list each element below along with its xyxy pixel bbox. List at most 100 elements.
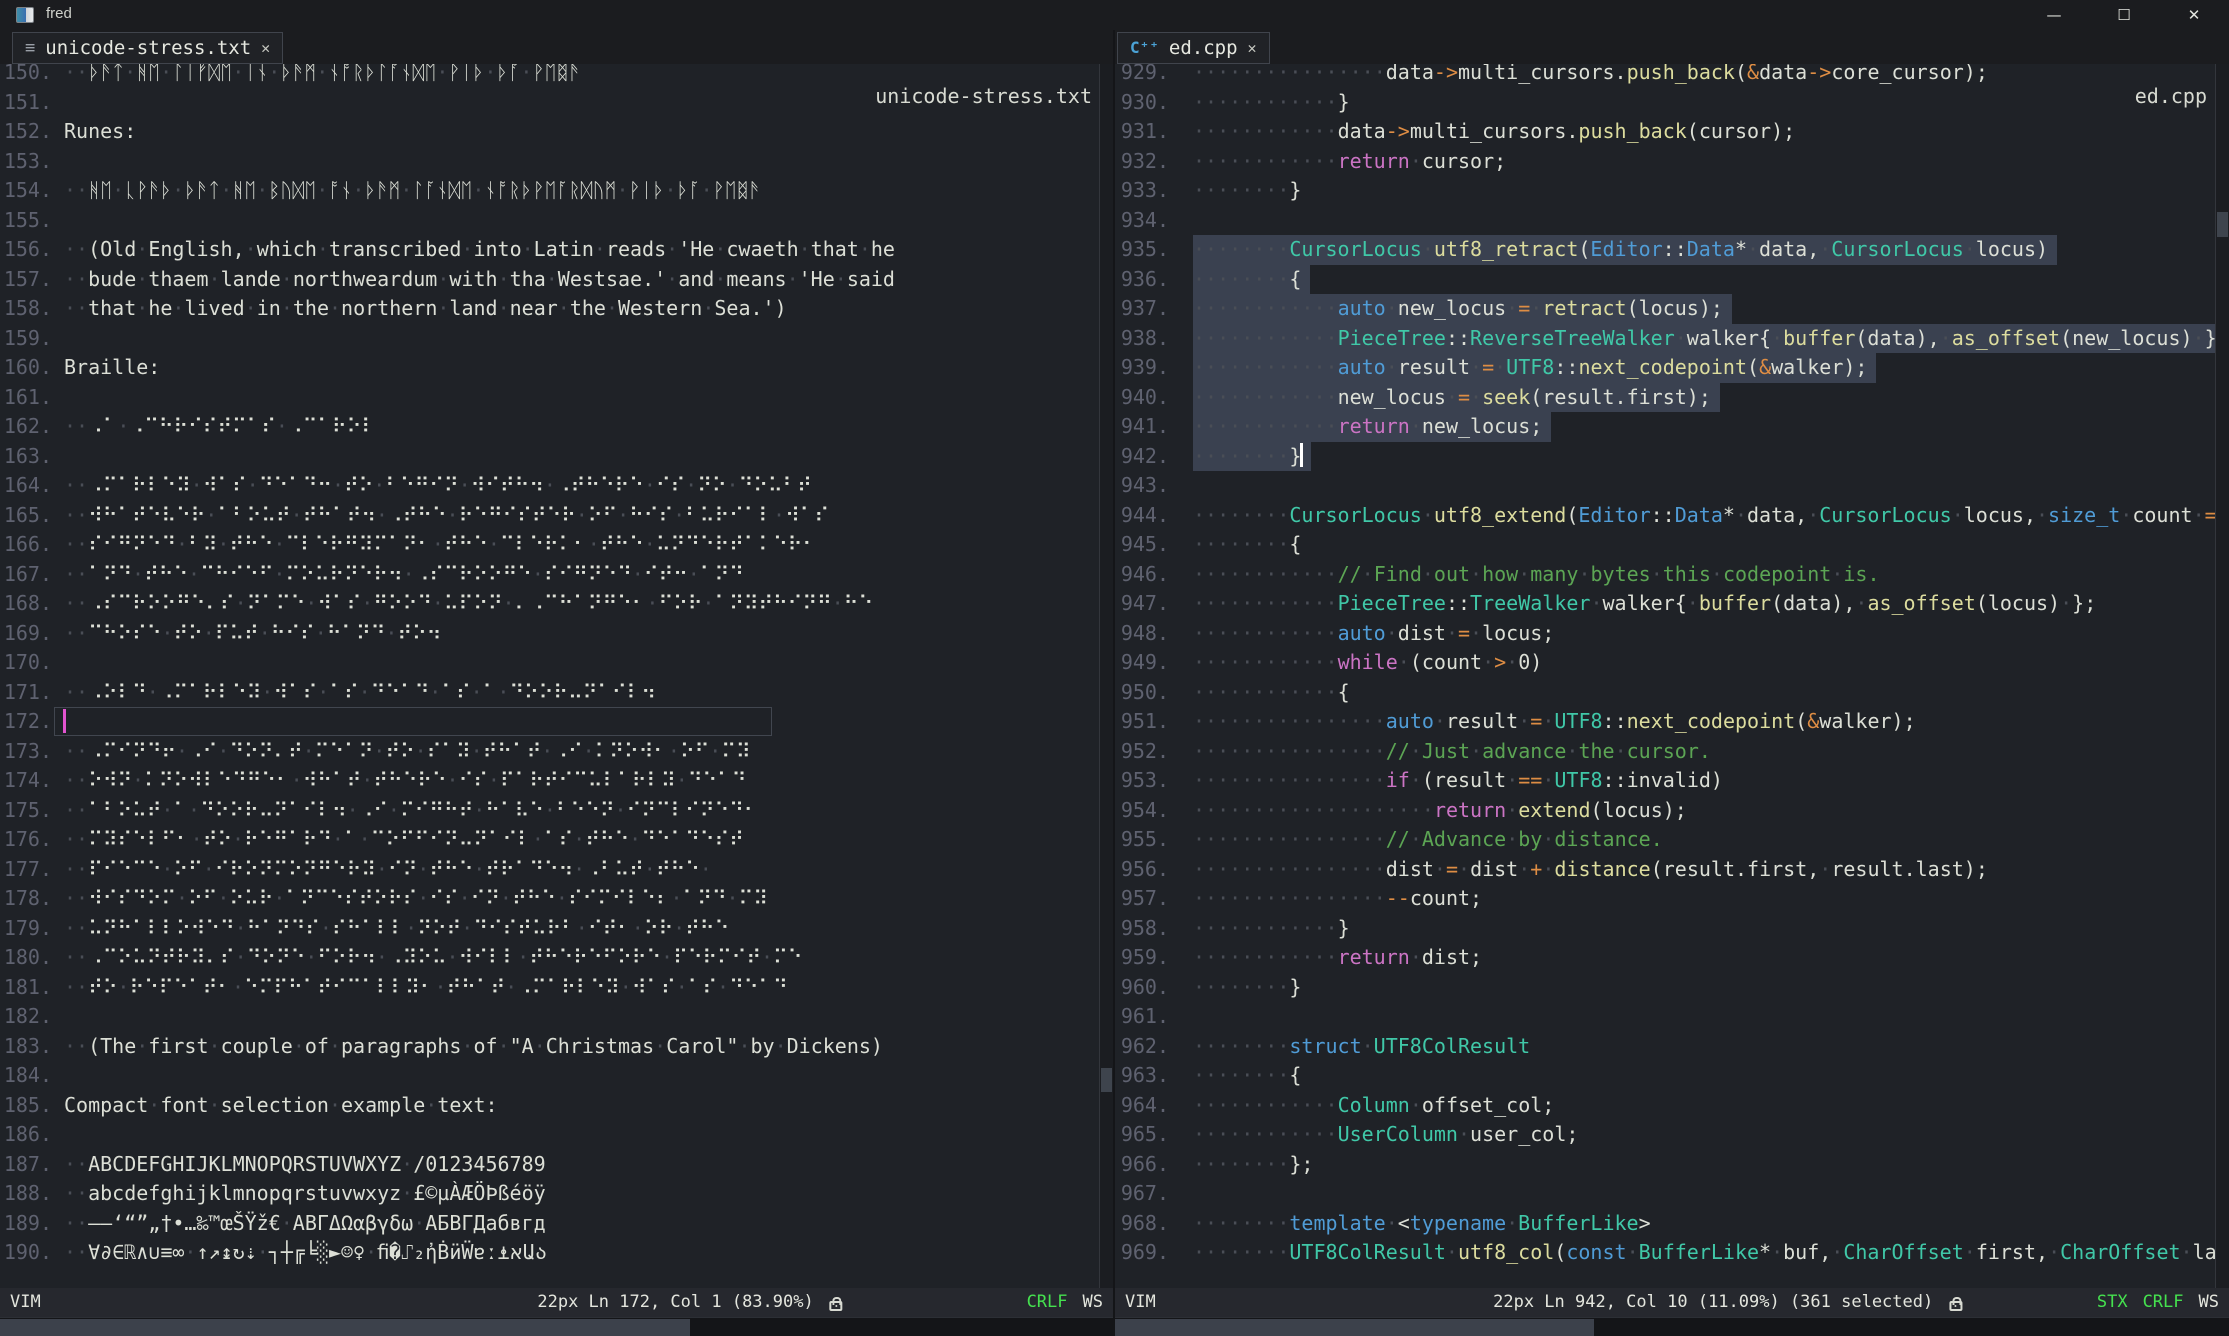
code-line[interactable]: 947.············PieceTree::TreeWalker·wa… (1115, 589, 2215, 619)
code-line[interactable]: 181.··⠞⠕·⠗⠑⠏⠑⠁⠞⠂·⠑⠍⠏⠓⠁⠞⠊⠉⠁⠇⠇⠽⠂·⠞⠓⠁⠞·⠠⠍⠁⠗… (0, 973, 1099, 1003)
code-area[interactable]: 150.··ᚦᚫᛏ·ᚻᛖ·ᛚᛁᚠᛞᛖ·ᛁᚾ·ᚦᚫᛗ·ᚾᚩᚱᚦᛚᚪᚾᛞᛖ·ᚹᛁᚦ·… (0, 64, 1099, 1288)
code-line[interactable]: 950.············{ (1115, 678, 2215, 708)
code-line[interactable]: 152.Runes: (0, 117, 1099, 147)
code-line[interactable]: 968.········template·<typename·BufferLik… (1115, 1209, 2215, 1239)
title-bar[interactable]: fred — ☐ ✕ (0, 0, 2229, 30)
minimize-button[interactable]: — (2019, 0, 2089, 30)
code-line[interactable]: 179.··⠥⠝⠓⠁⠇⠇⠕⠺⠑⠙·⠓⠁⠝⠙⠎·⠎⠓⠁⠇⠇·⠝⠕⠞·⠙⠊⠎⠞⠥⠗⠃… (0, 914, 1099, 944)
code-line[interactable]: 183.··(The·first·couple·of·paragraphs·of… (0, 1032, 1099, 1062)
close-button[interactable]: ✕ (2159, 0, 2229, 30)
code-line[interactable]: 963.········{ (1115, 1061, 2215, 1091)
code-line[interactable]: 180.··⠠⠉⠕⠥⠝⠞⠗⠽⠄⠎·⠙⠕⠝⠑·⠋⠕⠗⠲·⠠⠽⠕⠥·⠺⠊⠇⠇·⠞⠓⠑… (0, 943, 1099, 973)
code-line[interactable]: 948.············auto·dist·=·locus; (1115, 619, 2215, 649)
code-line[interactable]: 964.············Column·offset_col; (1115, 1091, 2215, 1121)
code-line[interactable]: 940.············new_locus·=·seek(result.… (1115, 383, 2215, 413)
code-line[interactable]: 174.··⠕⠺⠝·⠅⠝⠕⠺⠇⠑⠙⠛⠑⠂·⠺⠓⠁⠞·⠞⠓⠑⠗⠑·⠊⠎·⠏⠁⠗⠞⠊… (0, 766, 1099, 796)
code-line[interactable]: 186. (0, 1120, 1099, 1150)
code-line[interactable]: 943. (1115, 471, 2215, 501)
horizontal-scrollbar-thumb[interactable] (1115, 1319, 1594, 1336)
tab-close-icon[interactable]: ✕ (1248, 39, 1257, 57)
code-line[interactable]: 169.··⠉⠓⠕⠎⠑·⠞⠕·⠏⠥⠞·⠓⠊⠎·⠓⠁⠝⠙·⠞⠕⠲ (0, 619, 1099, 649)
code-line[interactable]: 185.Compact·font·selection·example·text: (0, 1091, 1099, 1121)
code-line[interactable]: 178.··⠺⠊⠎⠙⠕⠍·⠕⠋·⠕⠥⠗·⠁⠝⠉⠑⠎⠞⠕⠗⠎·⠊⠎·⠊⠝·⠞⠓⠑·… (0, 884, 1099, 914)
code-line[interactable]: 937.············auto·new_locus·=·retract… (1115, 294, 2215, 324)
tab-ed-cpp[interactable]: C⁺⁺ ed.cpp ✕ (1117, 32, 1270, 64)
code-line[interactable]: 959.············return·dist; (1115, 943, 2215, 973)
code-line[interactable]: 934. (1115, 206, 2215, 236)
code-line[interactable]: 955.················//·Advance·by·distan… (1115, 825, 2215, 855)
code-line[interactable]: 182. (0, 1002, 1099, 1032)
code-line[interactable]: 944.········CursorLocus·utf8_extend(Edit… (1115, 501, 2215, 531)
code-line[interactable]: 958.············} (1115, 914, 2215, 944)
code-line[interactable]: 173.··⠠⠍⠊⠝⠙⠖·⠠⠊·⠙⠕⠝⠄⠞·⠍⠑⠁⠝·⠞⠕·⠎⠁⠽·⠞⠓⠁⠞·⠠… (0, 737, 1099, 767)
code-line[interactable]: 190.··∀∂∈ℝ∧∪≡∞·↑↗↨↻⇣·┐┼╔╘░►☺♀·ﬁ�⑀₂ἠḂӥẄɐː… (0, 1238, 1099, 1268)
code-line[interactable]: 952.················//·Just·advance·the·… (1115, 737, 2215, 767)
horizontal-scrollbar[interactable] (0, 1317, 1113, 1336)
code-line[interactable]: 938.············PieceTree::ReverseTreeWa… (1115, 324, 2215, 354)
code-line[interactable]: 163. (0, 442, 1099, 472)
tab-close-icon[interactable]: ✕ (261, 39, 270, 57)
code-line[interactable]: 951.················auto·result·=·UTF8::… (1115, 707, 2215, 737)
code-line[interactable]: 942.········} (1115, 442, 2215, 472)
code-line[interactable]: 175.··⠁⠃⠕⠥⠞·⠁·⠙⠕⠕⠗⠤⠝⠁⠊⠇⠲·⠠⠊·⠍⠊⠛⠓⠞·⠓⠁⠧⠑·⠃… (0, 796, 1099, 826)
code-line[interactable]: 153. (0, 147, 1099, 177)
code-line[interactable]: 936.········{ (1115, 265, 2215, 295)
vertical-scrollbar[interactable] (1099, 64, 1113, 1288)
code-line[interactable]: 167.··⠁⠝⠙·⠞⠓⠑·⠉⠓⠊⠑⠋·⠍⠕⠥⠗⠝⠑⠗⠲·⠠⠎⠉⠗⠕⠕⠛⠑·⠎⠊… (0, 560, 1099, 590)
code-area[interactable]: 929.················data->multi_cursors.… (1115, 64, 2215, 1288)
tab-unicode-stress[interactable]: ≡ unicode-stress.txt ✕ (12, 32, 283, 64)
code-line[interactable]: 170. (0, 648, 1099, 678)
code-line[interactable]: 161. (0, 383, 1099, 413)
code-line[interactable]: 961. (1115, 1002, 2215, 1032)
code-line[interactable]: 188.··abcdefghijklmnopqrstuvwxyz·£©µÀÆÖÞ… (0, 1179, 1099, 1209)
code-line[interactable]: 166.··⠎⠊⠛⠝⠑⠙·⠃⠽·⠞⠓⠑·⠉⠇⠑⠗⠛⠽⠍⠁⠝⠂·⠞⠓⠑·⠉⠇⠑⠗⠅… (0, 530, 1099, 560)
code-line[interactable]: 155. (0, 206, 1099, 236)
code-line[interactable]: 945.········{ (1115, 530, 2215, 560)
horizontal-scrollbar[interactable] (1115, 1317, 2229, 1336)
code-line[interactable]: 158.··that·he·lived·in·the·northern·land… (0, 294, 1099, 324)
code-line[interactable]: 949.············while·(count·>·0) (1115, 648, 2215, 678)
vertical-scrollbar-thumb[interactable] (2217, 212, 2228, 236)
code-line[interactable]: 935.········CursorLocus·utf8_retract(Edi… (1115, 235, 2215, 265)
code-line[interactable]: 157.··bude·thaem·lande·northweardum·with… (0, 265, 1099, 295)
code-line[interactable]: 962.········struct·UTF8ColResult (1115, 1032, 2215, 1062)
code-line[interactable]: 159. (0, 324, 1099, 354)
code-line[interactable]: 176.··⠍⠽⠎⠑⠇⠋⠂·⠞⠕·⠗⠑⠛⠁⠗⠙·⠁·⠉⠕⠋⠋⠊⠝⠤⠝⠁⠊⠇·⠁⠎… (0, 825, 1099, 855)
code-line[interactable]: 189.··–—‘“”„†•…‰™œŠŸž€·ΑΒΓΔΩαβγδω·АБВГДа… (0, 1209, 1099, 1239)
horizontal-scrollbar-thumb[interactable] (0, 1319, 690, 1336)
code-line[interactable]: 969.········UTF8ColResult·utf8_col(const… (1115, 1238, 2215, 1268)
code-line[interactable]: 939.············auto·result·=·UTF8::next… (1115, 353, 2215, 383)
maximize-button[interactable]: ☐ (2089, 0, 2159, 30)
code-line[interactable]: 966.········}; (1115, 1150, 2215, 1180)
code-line[interactable]: 160.Braille: (0, 353, 1099, 383)
code-line[interactable]: 165.··⠺⠓⠁⠞⠑⠧⠑⠗·⠁⠃⠕⠥⠞·⠞⠓⠁⠞⠲·⠠⠞⠓⠑·⠗⠑⠛⠊⠎⠞⠑⠗… (0, 501, 1099, 531)
editor-pane-right[interactable]: ed.cpp 929.················data->multi_c… (1115, 64, 2229, 1336)
code-line[interactable]: 965.············UserColumn·user_col; (1115, 1120, 2215, 1150)
code-line[interactable]: 171.··⠠⠕⠇⠙·⠠⠍⠁⠗⠇⠑⠽·⠺⠁⠎·⠁⠎·⠙⠑⠁⠙·⠁⠎·⠁·⠙⠕⠕⠗… (0, 678, 1099, 708)
code-line[interactable]: 156.··(Old·English,·which·transcribed·in… (0, 235, 1099, 265)
code-line[interactable]: 168.··⠠⠎⠉⠗⠕⠕⠛⠑⠄⠎·⠝⠁⠍⠑·⠺⠁⠎·⠛⠕⠕⠙·⠥⠏⠕⠝·⠄⠠⠉⠓… (0, 589, 1099, 619)
code-line[interactable]: 931.············data->multi_cursors.push… (1115, 117, 2215, 147)
code-line[interactable]: 946.············//·Find·out·how·many·byt… (1115, 560, 2215, 590)
code-line[interactable]: 929.················data->multi_cursors.… (1115, 64, 2215, 88)
vertical-scrollbar[interactable] (2215, 64, 2229, 1288)
code-line[interactable]: 177.··⠏⠊⠑⠉⠑·⠕⠋·⠊⠗⠕⠝⠍⠕⠝⠛⠑⠗⠽·⠊⠝·⠞⠓⠑·⠞⠗⠁⠙⠑⠲… (0, 855, 1099, 885)
code-line[interactable]: 953.················if·(result·==·UTF8::… (1115, 766, 2215, 796)
code-line[interactable]: 932.············return·cursor; (1115, 147, 2215, 177)
code-line[interactable]: 957.················--count; (1115, 884, 2215, 914)
code-line[interactable]: 162.··⠠⠁·⠠⠉⠓⠗⠊⠎⠞⠍⠁⠎·⠠⠉⠁⠗⠕⠇ (0, 412, 1099, 442)
code-line[interactable]: 184. (0, 1061, 1099, 1091)
code-line[interactable]: 933.········} (1115, 176, 2215, 206)
code-line[interactable]: 187.··ABCDEFGHIJKLMNOPQRSTUVWXYZ·/012345… (0, 1150, 1099, 1180)
code-line[interactable]: 967. (1115, 1179, 2215, 1209)
code-line[interactable]: 164.··⠠⠍⠁⠗⠇⠑⠽·⠺⠁⠎·⠙⠑⠁⠙⠒·⠞⠕·⠃⠑⠛⠊⠝·⠺⠊⠞⠓⠲·⠠… (0, 471, 1099, 501)
vertical-scrollbar-thumb[interactable] (1101, 1068, 1112, 1092)
code-line[interactable]: 956.················dist·=·dist·+·distan… (1115, 855, 2215, 885)
code-line[interactable]: 960.········} (1115, 973, 2215, 1003)
code-line[interactable]: 154.··ᚻᛖ·ᚳᚹᚫᚦ·ᚦᚫᛏ·ᚻᛖ·ᛒᚢᛞᛖ·ᚩᚾ·ᚦᚫᛗ·ᛚᚪᚾᛞᛖ·ᚾ… (0, 176, 1099, 206)
code-line[interactable]: 930.············} (1115, 88, 2215, 118)
code-line[interactable]: 941.············return·new_locus; (1115, 412, 2215, 442)
code-line[interactable]: 954.····················return·extend(lo… (1115, 796, 2215, 826)
code-line[interactable]: 172. (0, 707, 1099, 737)
editor-pane-left[interactable]: unicode-stress.txt 150.··ᚦᚫᛏ·ᚻᛖ·ᛚᛁᚠᛞᛖ·ᛁᚾ… (0, 64, 1113, 1336)
